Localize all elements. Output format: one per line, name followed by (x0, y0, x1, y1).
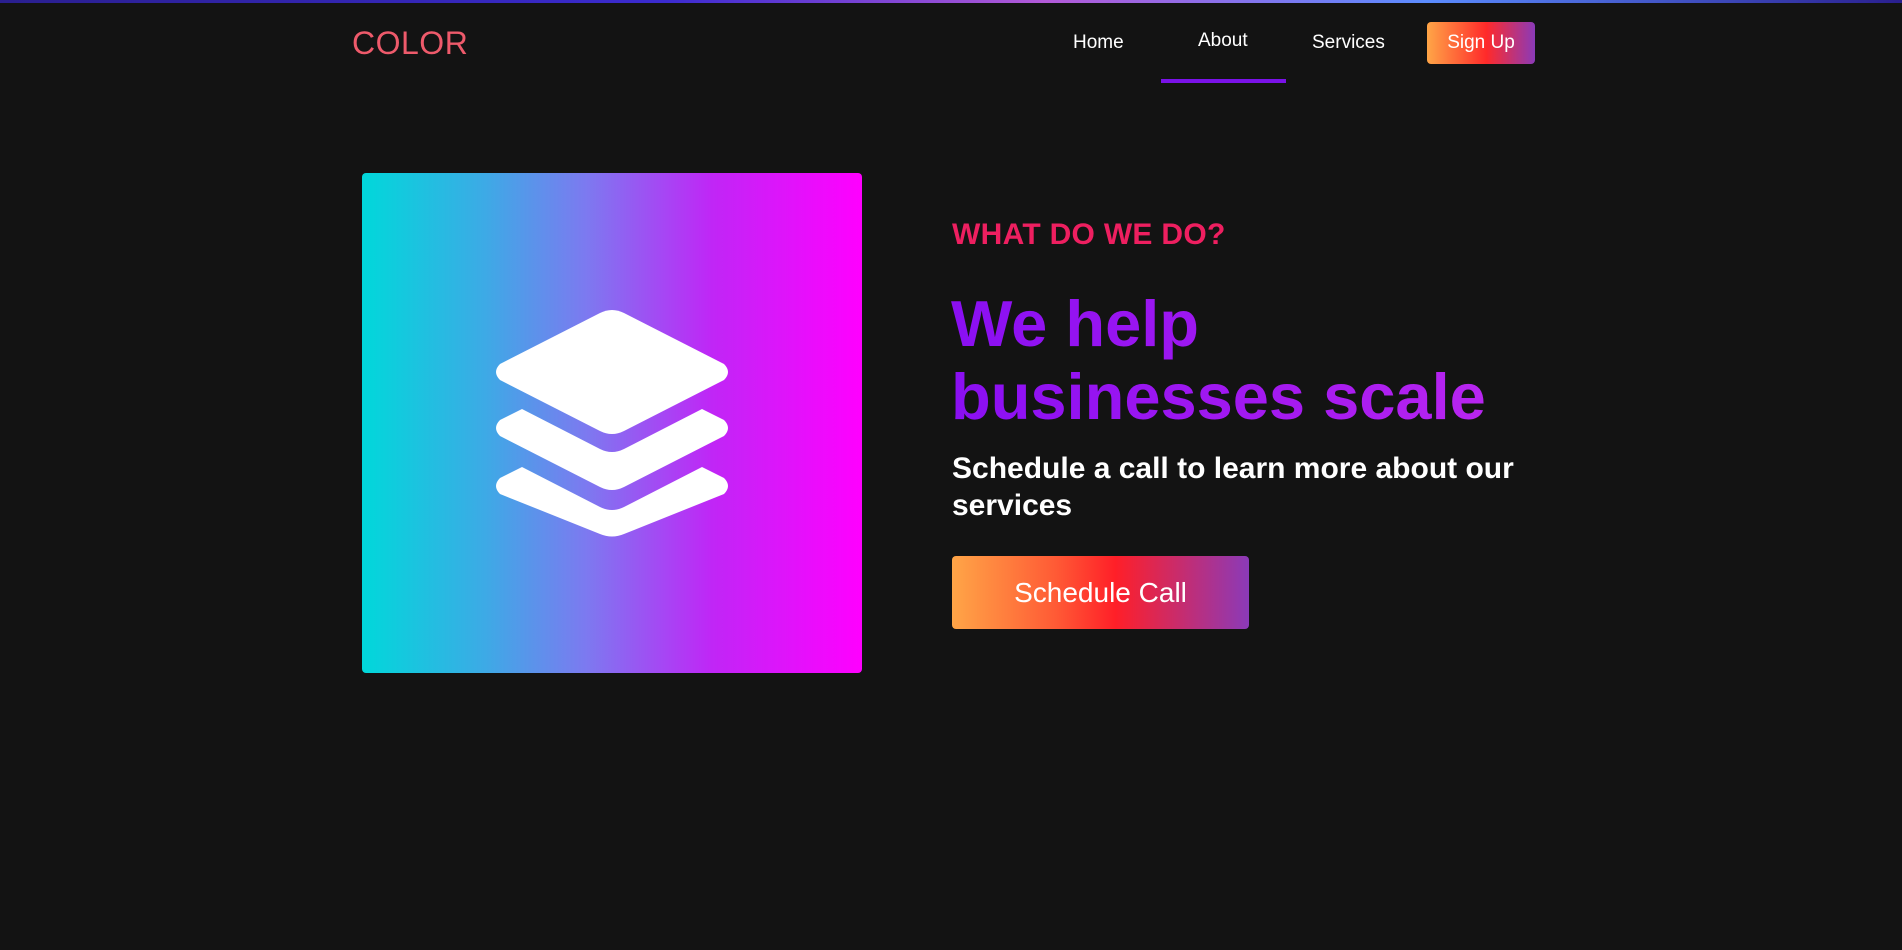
hero-headline-line1: We help (951, 287, 1200, 360)
sign-up-button[interactable]: Sign Up (1427, 22, 1535, 64)
section-eyebrow: WHAT DO WE DO? (952, 218, 1226, 251)
hero-image (362, 173, 862, 673)
schedule-call-button[interactable]: Schedule Call (952, 556, 1249, 629)
hero-subtext: Schedule a call to learn more about our … (952, 452, 1514, 522)
logo[interactable]: COLOR (352, 25, 468, 62)
hero-headline-line2: businesses scale (951, 360, 1486, 433)
hero-headline: We help businesses scale (951, 287, 1591, 433)
layers-icon (496, 310, 728, 537)
nav-about-link[interactable]: About (1198, 30, 1248, 52)
navbar: COLOR Home About Services Sign Up (0, 3, 1902, 83)
nav-services-link[interactable]: Services (1312, 32, 1385, 54)
nav-active-indicator (1161, 79, 1286, 83)
nav-home-link[interactable]: Home (1073, 32, 1124, 54)
